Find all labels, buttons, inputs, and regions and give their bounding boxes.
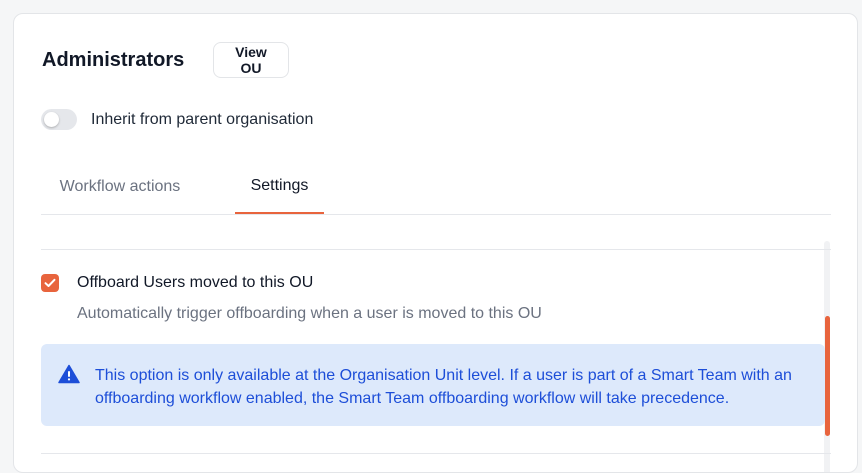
divider <box>41 453 831 454</box>
tab-bar: Workflow actions Settings <box>41 159 831 215</box>
tab-settings[interactable]: Settings <box>235 159 324 214</box>
inherit-toggle[interactable] <box>41 109 77 130</box>
checkmark-icon <box>44 278 56 287</box>
view-ou-button[interactable]: View OU <box>213 42 289 78</box>
offboard-option-title: Offboard Users moved to this OU <box>77 274 314 291</box>
info-alert: This option is only available at the Org… <box>41 344 825 426</box>
settings-panel: Offboard Users moved to this OU Automati… <box>41 249 831 472</box>
tab-workflow-actions[interactable]: Workflow actions <box>41 159 199 214</box>
offboard-option-description: Automatically trigger offboarding when a… <box>77 305 542 322</box>
inherit-toggle-label: Inherit from parent organisation <box>91 111 314 128</box>
info-alert-text: This option is only available at the Org… <box>95 367 792 407</box>
ou-settings-card: Administrators View OU Inherit from pare… <box>13 13 858 473</box>
page-title: Administrators <box>42 49 185 71</box>
warning-triangle-icon <box>58 364 80 384</box>
toggle-knob <box>44 112 59 127</box>
offboard-checkbox[interactable] <box>41 274 59 292</box>
